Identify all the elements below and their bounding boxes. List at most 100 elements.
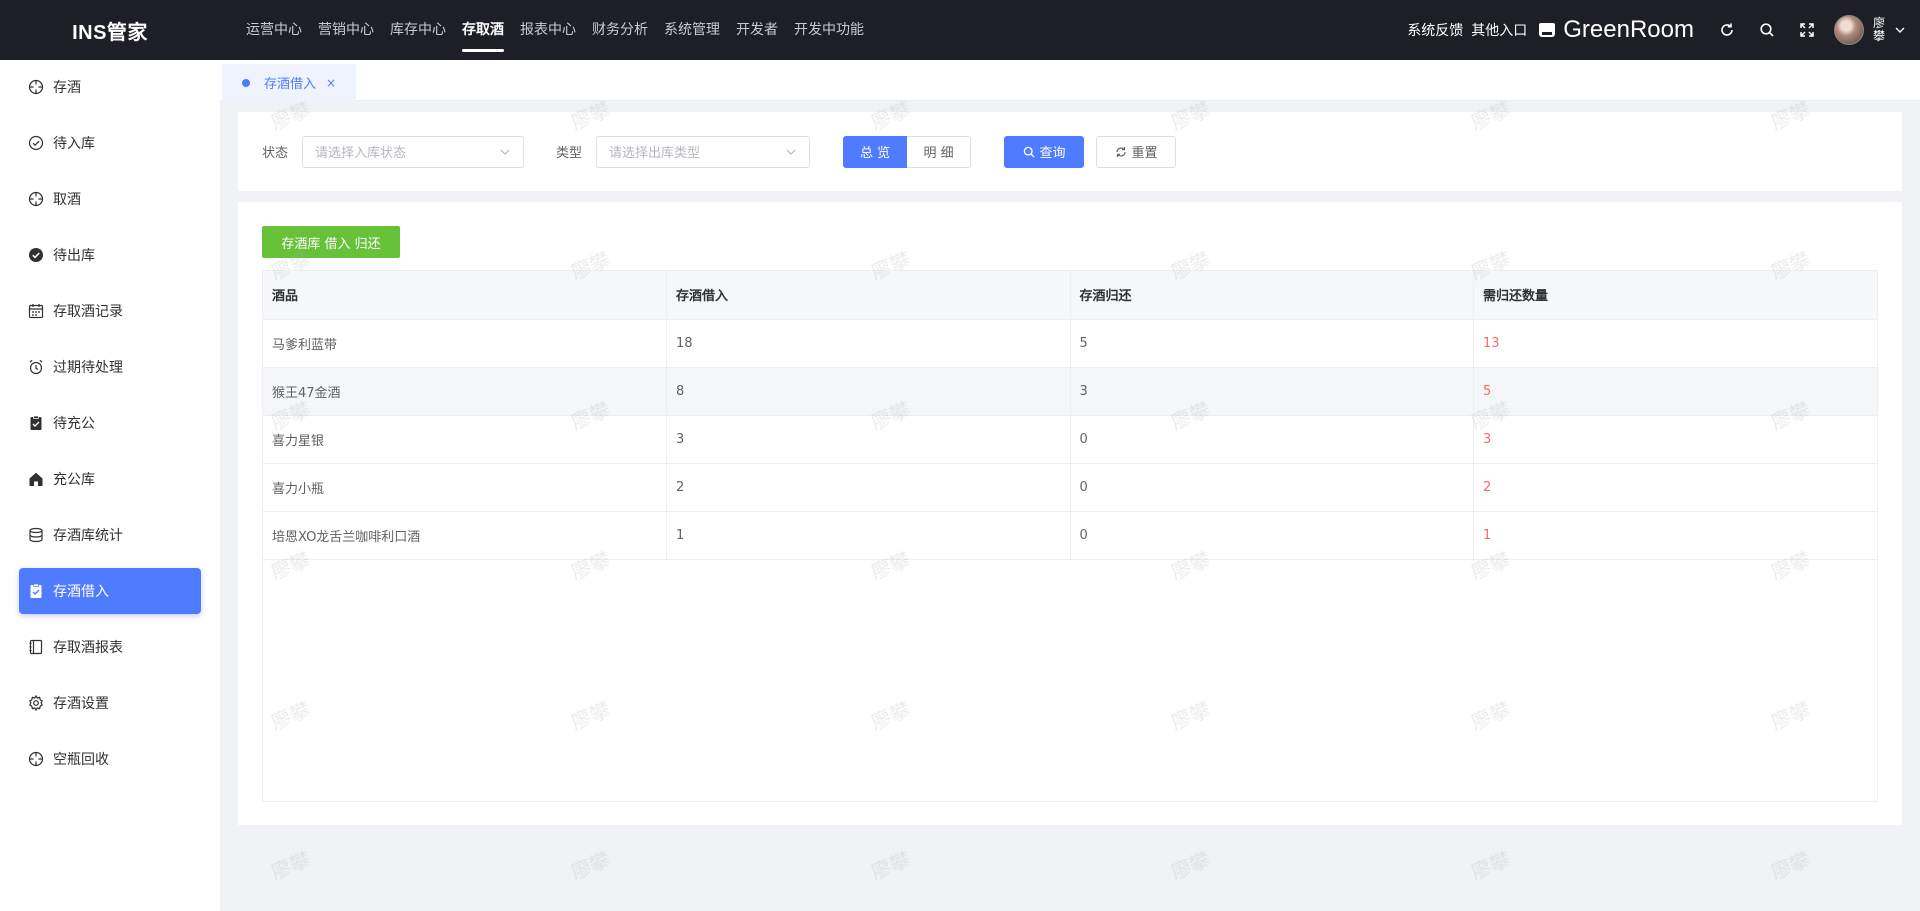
calendar-icon (28, 303, 44, 319)
avatar[interactable] (1834, 15, 1864, 45)
table-cell: 3 (1070, 367, 1474, 416)
status-label: 状态 (262, 146, 289, 161)
watermark-text: 廖攀 (867, 847, 914, 885)
store-icon (1539, 23, 1556, 37)
search-icon[interactable] (1752, 15, 1782, 45)
topnav-item-system[interactable]: 系统管理 (664, 0, 720, 60)
column-header: 存酒归还 (1070, 271, 1474, 320)
chevron-down-icon[interactable] (1894, 24, 1906, 36)
clipboard-check-icon (28, 415, 44, 431)
table-cell: 2 (1473, 463, 1877, 512)
check-circle-icon (28, 135, 44, 151)
chevron-down-icon (785, 146, 797, 158)
watermark-text: 廖攀 (1167, 847, 1214, 885)
other-entry-link[interactable]: 其他入口 (1471, 20, 1527, 40)
query-button[interactable]: 查询 (1004, 135, 1085, 168)
sidebar: 存酒 待入库 取酒 待出库 存取酒记录 过期待处理 待充公 充公库 存酒库统计 … (0, 60, 220, 911)
topnav-item-developer[interactable]: 开发者 (736, 0, 778, 60)
store-name: GreenRoom (1563, 16, 1694, 43)
summary-table: 酒品 存酒借入 存酒归还 需归还数量 马爹利蓝带 18 5 13 猴王47金酒 … (262, 270, 1878, 802)
sidebar-item-settings[interactable]: 存酒设置 (19, 680, 201, 726)
topnav-item-inventory[interactable]: 库存中心 (390, 0, 446, 60)
sidebar-item-pending-inbound[interactable]: 待入库 (19, 120, 201, 166)
table-row[interactable]: 喜力星银 3 0 3 (263, 415, 1877, 464)
table-cell: 喜力小瓶 (263, 463, 667, 512)
tab-bar: 存酒借入 × (220, 60, 1920, 101)
topnav-item-operations[interactable]: 运营中心 (246, 0, 302, 60)
table-cell: 马爹利蓝带 (263, 319, 667, 368)
watermark-text: 廖攀 (567, 847, 614, 885)
type-placeholder: 请选择出库类型 (609, 146, 701, 161)
top-bar: INS管家 运营中心 营销中心 库存中心 存取酒 报表中心 财务分析 系统管理 … (0, 0, 1920, 60)
sidebar-item-take-wine[interactable]: 取酒 (19, 176, 201, 222)
refresh-icon (1115, 146, 1126, 157)
table-cell: 2 (666, 463, 1071, 512)
table-cell: 培恩XO龙舌兰咖啡利口酒 (263, 511, 667, 560)
crosshair-icon (28, 751, 44, 767)
refresh-icon[interactable] (1712, 15, 1742, 45)
table-cell: 1 (1473, 511, 1877, 560)
sidebar-item-expired[interactable]: 过期待处理 (19, 344, 201, 390)
type-label: 类型 (556, 146, 583, 161)
sidebar-item-pending-outbound[interactable]: 待出库 (19, 232, 201, 278)
app-logo[interactable]: INS管家 (0, 16, 220, 45)
sidebar-item-report[interactable]: 存取酒报表 (19, 624, 201, 670)
sidebar-item-wine-borrow[interactable]: 存酒借入 (19, 568, 201, 614)
clipboard-check-icon (28, 583, 44, 599)
notebook-icon (28, 639, 44, 655)
feedback-link[interactable]: 系统反馈 (1407, 20, 1463, 40)
column-header: 酒品 (263, 271, 667, 320)
table-row[interactable]: 培恩XO龙舌兰咖啡利口酒 1 0 1 (263, 511, 1877, 560)
table-cell: 3 (1473, 415, 1877, 464)
store-switcher[interactable]: GreenRoom (1539, 16, 1694, 44)
topnav-item-in-development[interactable]: 开发中功能 (794, 0, 864, 60)
sidebar-item-bottle-recycle[interactable]: 空瓶回收 (19, 736, 201, 782)
table-cell: 18 (666, 319, 1071, 368)
table-row[interactable]: 马爹利蓝带 18 5 13 (263, 319, 1877, 368)
header-actions: 系统反馈 其他入口 GreenRoom 廖攀 (1407, 0, 1920, 60)
content-card: 存酒库 借入 归还 酒品 存酒借入 存酒归还 需归还数量 马爹利蓝带 18 5 … (238, 202, 1902, 825)
table-cell: 3 (666, 415, 1071, 464)
table-row[interactable]: 喜力小瓶 2 0 2 (263, 463, 1877, 512)
crosshair-icon (28, 191, 44, 207)
watermark-text: 廖攀 (1467, 847, 1514, 885)
table-cell: 5 (1070, 319, 1474, 368)
type-select[interactable]: 请选择出库类型 (596, 135, 811, 168)
gear-icon (28, 695, 44, 711)
topnav-item-wine-storage[interactable]: 存取酒 (462, 0, 504, 60)
table-cell: 0 (1070, 511, 1474, 560)
table-row[interactable]: 猴王47金酒 8 3 5 (263, 367, 1877, 416)
sidebar-item-pending-confiscate[interactable]: 待充公 (19, 400, 201, 446)
check-filled-icon (28, 247, 44, 263)
table-cell: 1 (666, 511, 1071, 560)
tab-wine-borrow[interactable]: 存酒借入 × (222, 64, 356, 101)
detail-button[interactable]: 明 细 (907, 135, 972, 168)
table-cell: 0 (1070, 415, 1474, 464)
table-cell: 13 (1473, 319, 1877, 368)
overview-button[interactable]: 总 览 (843, 135, 908, 168)
user-name[interactable]: 廖攀 (1872, 17, 1886, 43)
sidebar-item-storage-stats[interactable]: 存酒库统计 (19, 512, 201, 558)
sidebar-item-confiscated-store[interactable]: 充公库 (19, 456, 201, 502)
topnav-item-finance[interactable]: 财务分析 (592, 0, 648, 60)
sidebar-item-store-wine[interactable]: 存酒 (19, 64, 201, 110)
tab-label: 存酒借入 (264, 77, 317, 92)
close-icon[interactable]: × (326, 76, 336, 90)
table-cell: 猴王47金酒 (263, 367, 667, 416)
reset-button[interactable]: 重置 (1096, 135, 1177, 168)
alarm-icon (28, 359, 44, 375)
chevron-down-icon (499, 146, 511, 158)
column-header: 需归还数量 (1473, 271, 1877, 320)
borrow-return-button[interactable]: 存酒库 借入 归还 (262, 226, 400, 258)
sidebar-item-records[interactable]: 存取酒记录 (19, 288, 201, 334)
table-cell: 5 (1473, 367, 1877, 416)
status-placeholder: 请选择入库状态 (315, 146, 407, 161)
topnav-item-marketing[interactable]: 营销中心 (318, 0, 374, 60)
table-cell: 喜力星银 (263, 415, 667, 464)
fullscreen-icon[interactable] (1792, 15, 1822, 45)
status-select[interactable]: 请选择入库状态 (302, 135, 525, 168)
topnav-item-reports[interactable]: 报表中心 (520, 0, 576, 60)
search-icon (1023, 146, 1034, 157)
table-header-row: 酒品 存酒借入 存酒归还 需归还数量 (263, 271, 1877, 320)
home-icon (28, 471, 44, 487)
